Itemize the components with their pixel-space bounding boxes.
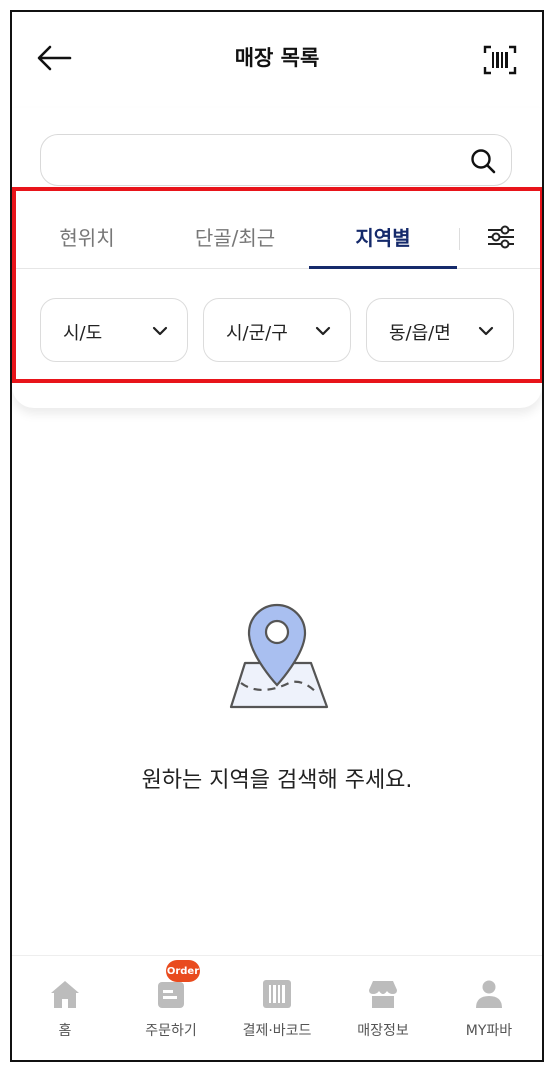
- map-pin-icon: [229, 603, 329, 709]
- barcode-icon: [263, 980, 291, 1008]
- chevron-down-icon: [478, 326, 494, 336]
- page-title: 매장 목록: [234, 46, 320, 70]
- barcode-scan-button[interactable]: [480, 40, 520, 80]
- province-select-label: 시/도: [63, 323, 103, 344]
- chevron-down-icon: [152, 326, 168, 336]
- nav-order[interactable]: Order 주문하기: [118, 960, 224, 1048]
- region-dropdowns: 시/도 시/군/구 동/읍/면: [12, 298, 542, 364]
- home-icon: [51, 981, 79, 1008]
- empty-state-message: 원하는 지역을 검색해 주세요.: [141, 768, 413, 793]
- tab-label: 현위치: [59, 225, 115, 250]
- city-district-select-label: 시/군/구: [226, 323, 288, 344]
- town-select-label: 동/읍/면: [389, 323, 451, 344]
- location-tabs: 현위치 단골/최근 지역별: [12, 204, 542, 269]
- store-search-box: [40, 134, 512, 186]
- nav-order-label: 주문하기: [145, 1023, 197, 1039]
- app-frame: 매장 목록 현위치 단골/최근 지역별 시/도 시/군/구 동/읍/면 원하는 …: [10, 10, 544, 1062]
- barcode-scan-icon: [483, 45, 517, 75]
- search-filter-panel: 현위치 단골/최근 지역별 시/도 시/군/구 동/읍/면: [12, 108, 542, 408]
- nav-home-label: 홈: [58, 1023, 72, 1039]
- nav-my-paba-label: MY파바: [465, 1023, 513, 1039]
- filter-button[interactable]: [482, 218, 520, 256]
- search-icon[interactable]: [469, 147, 497, 175]
- store-icon: [369, 981, 397, 1008]
- nav-payment-barcode-label: 결제·바코드: [242, 1023, 312, 1039]
- chevron-down-icon: [315, 326, 331, 336]
- order-badge: Order: [166, 960, 200, 982]
- nav-store-info-label: 매장정보: [357, 1023, 409, 1039]
- tab-divider: [459, 228, 460, 250]
- nav-home[interactable]: 홈: [12, 968, 118, 1048]
- sliders-icon: [488, 225, 514, 249]
- tab-label: 단골/최근: [194, 225, 276, 250]
- tab-by-region[interactable]: 지역별: [309, 204, 457, 269]
- nav-payment-barcode[interactable]: 결제·바코드: [224, 968, 330, 1048]
- tab-label: 지역별: [355, 225, 411, 250]
- nav-my-paba[interactable]: MY파바: [436, 968, 542, 1048]
- bottom-navigation: 홈 Order 주문하기 결제·바코드 매장정보 MY파바: [12, 955, 542, 1060]
- user-icon: [476, 980, 502, 1008]
- nav-store-info[interactable]: 매장정보: [330, 968, 436, 1048]
- province-select[interactable]: 시/도: [40, 298, 188, 362]
- header: 매장 목록: [12, 12, 542, 109]
- tab-current-location[interactable]: 현위치: [34, 204, 140, 268]
- city-district-select[interactable]: 시/군/구: [203, 298, 351, 362]
- town-select[interactable]: 동/읍/면: [366, 298, 514, 362]
- tab-favorites-recent[interactable]: 단골/최근: [162, 204, 308, 268]
- search-input[interactable]: [57, 143, 461, 179]
